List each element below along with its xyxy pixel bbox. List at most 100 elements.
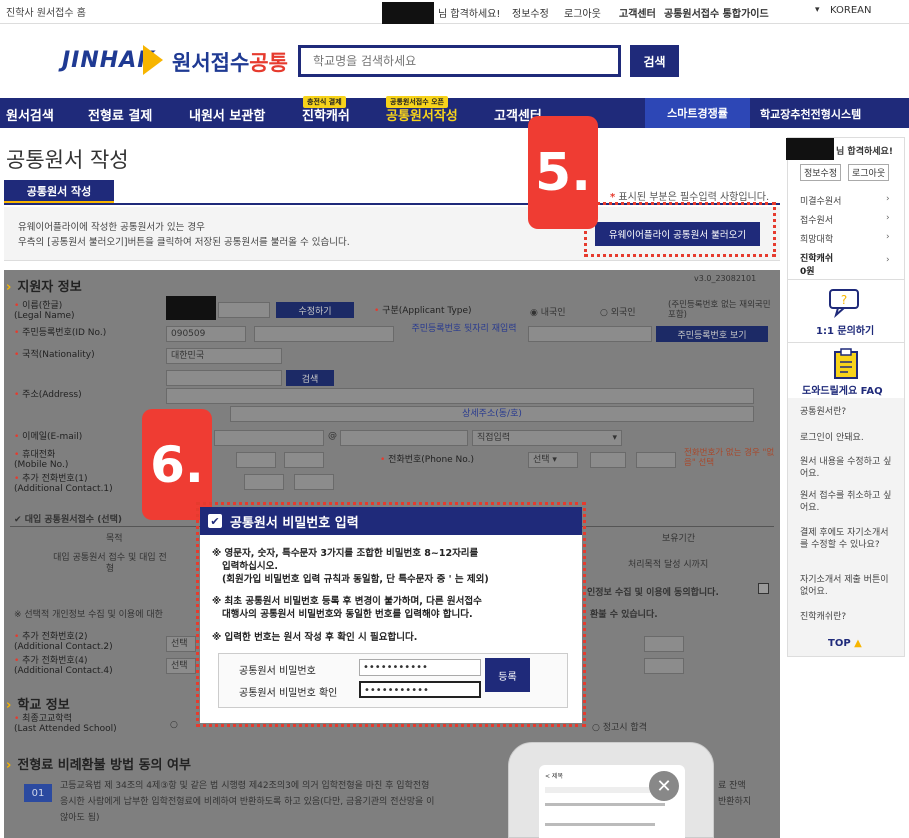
search-input[interactable] xyxy=(301,48,618,74)
register-button[interactable]: 등록 xyxy=(485,658,530,692)
agree-checkbox[interactable] xyxy=(758,583,769,594)
modal-note-2a: ※ 최초 공통원서 비밀번호 등록 후 변경이 불가하며, 다른 원서접수 xyxy=(212,596,482,607)
email-id-field[interactable] xyxy=(214,430,324,446)
phone-text-line xyxy=(545,823,655,826)
language-select[interactable]: KOREAN xyxy=(830,5,871,16)
address-detail-field[interactable]: 상세주소(동/호) xyxy=(230,406,754,422)
email-domain-select[interactable]: 직접입력 ▾ xyxy=(472,430,622,446)
mobile-last-field[interactable] xyxy=(284,452,324,468)
logo-title[interactable]: 원서접수공통 xyxy=(172,47,288,77)
close-icon[interactable]: ✕ xyxy=(649,771,679,801)
chevron-down-icon[interactable]: ▾ xyxy=(815,5,820,15)
td-purpose: 대입 공통원서 접수 및 대입 전형 xyxy=(53,553,167,574)
rrn-back-field[interactable] xyxy=(254,326,394,342)
nav-item-search[interactable]: 원서검색 xyxy=(6,105,54,124)
th-period: 보유기간 xyxy=(662,534,696,544)
nav-item-payment[interactable]: 전형료 결제 xyxy=(88,105,152,124)
extra4-last-field[interactable] xyxy=(644,658,684,674)
password-confirm-label: 공통원서 비밀번호 확인 xyxy=(239,688,338,699)
nav-item-storage[interactable]: 내원서 보관함 xyxy=(189,105,265,124)
right-sidebar: 님 합격하세요! 정보수정 로그아웃 미결수원서 › 접수원서 › 희망대학 › 진학… xyxy=(786,137,905,657)
radio-domestic[interactable]: ◉ 내국인 xyxy=(530,305,566,318)
phone-mid-field[interactable] xyxy=(590,452,626,468)
td-period: 처리목적 달성 시까지 xyxy=(628,560,709,570)
radio-foreign[interactable]: ○ 외국인 xyxy=(600,305,636,318)
sidebar-cash-label: 진학캐쉬 xyxy=(800,254,834,264)
radio-highschool[interactable]: ○ xyxy=(170,720,178,730)
extra1-mid-field[interactable] xyxy=(244,474,284,490)
mobile-mid-field[interactable] xyxy=(236,452,276,468)
edit-name-button[interactable]: 수정하기 xyxy=(276,302,354,318)
faq-item[interactable]: 진학캐쉬란? xyxy=(800,611,895,623)
search-button[interactable]: 검색 xyxy=(630,45,679,77)
agree-text: 인정보 수집 및 이용에 동의합니다. xyxy=(587,588,719,598)
clipboard-icon xyxy=(834,348,858,379)
faq-item[interactable]: 로그인이 안돼요. xyxy=(800,432,895,444)
faq-item[interactable]: 원서 내용을 수정하고 싶어요. xyxy=(800,456,895,480)
zipcode-field[interactable] xyxy=(166,370,282,386)
sidebar-item-wish[interactable]: 희망대학 xyxy=(800,232,833,245)
customer-center-link[interactable]: 고객센터 xyxy=(619,5,656,20)
sidebar-logout-button[interactable]: 로그아웃 xyxy=(848,164,890,181)
faq-item[interactable]: 결제 후에도 자기소개서를 수정할 수 있나요? xyxy=(800,527,895,551)
sidebar-greeting: 님 합격하세요! xyxy=(836,147,893,157)
mobile-label-text: 휴대전화 xyxy=(22,450,56,460)
password-input[interactable]: ••••••••••• xyxy=(359,659,481,676)
modal-note-2: ※ 최초 공통원서 비밀번호 등록 후 변경이 불가하며, 다른 원서접수 대행… xyxy=(212,595,482,621)
sidebar-edit-button[interactable]: 정보수정 xyxy=(800,164,842,181)
faq-item[interactable]: 원서 접수를 취소하고 싶어요. xyxy=(800,490,895,514)
info-line-1: 유웨이어플라이에 작성한 공통원서가 있는 경우 xyxy=(18,222,205,233)
radio-ged[interactable]: ○ 정고시 합격 xyxy=(592,720,647,733)
svg-text:?: ? xyxy=(841,293,847,307)
faq-item[interactable]: 공통원서란? xyxy=(800,406,895,418)
guide-link[interactable]: 공통원서접수 통합가이드 xyxy=(664,5,769,20)
name-field[interactable] xyxy=(218,302,270,318)
qa-link[interactable]: 1:1 문의하기 xyxy=(816,322,874,337)
modal-note-1c: (회원가입 비밀번호 입력 규칙과 동일함, 단 특수문자 중 ' 는 제외) xyxy=(221,574,489,585)
top-button[interactable]: TOP ▲ xyxy=(828,638,862,649)
faq-item[interactable]: 자기소개서 제출 버튼이 없어요. xyxy=(800,574,895,598)
rrn-reenter-field[interactable] xyxy=(528,326,652,342)
search-box xyxy=(298,45,621,77)
refund-line-3: 않아도 됨) xyxy=(60,813,100,823)
modal-title: 공통원서 비밀번호 입력 xyxy=(230,515,359,531)
address-label: 주소(Address) xyxy=(14,390,81,400)
tab-common-form[interactable]: 공통원서 작성 xyxy=(4,180,114,204)
sidebar-item-submitted[interactable]: 접수원서 xyxy=(800,213,833,226)
extra4-select[interactable]: 선택 xyxy=(166,658,196,674)
address-search-button[interactable]: 검색 xyxy=(286,370,334,386)
extra2-label-sub: (Additional Contact.2) xyxy=(14,642,113,652)
school-recommend-link[interactable]: 학교장추천전형시스템 xyxy=(760,106,861,122)
phone-note: 전화번호가 없는 경우 "없음" 선택 xyxy=(684,448,775,468)
modal-note-3: ※ 입력한 번호는 원서 작성 후 확인 시 필요합니다. xyxy=(212,632,418,643)
phone-last-field[interactable] xyxy=(636,452,676,468)
extra2-last-field[interactable] xyxy=(644,636,684,652)
phone-area-select[interactable]: 선택 ▾ xyxy=(528,452,578,468)
extra1-last-field[interactable] xyxy=(294,474,334,490)
home-link[interactable]: 진학사 원서접수 홈 xyxy=(6,4,86,19)
modal-note-1a: ※ 영문자, 숫자, 특수문자 3가지를 조합한 비밀번호 8~12자리를 xyxy=(212,548,479,559)
extra2-select[interactable]: 선택 xyxy=(166,636,196,652)
sidebar-item-pending[interactable]: 미결수원서 xyxy=(800,194,841,207)
phone-preview: < 제목 ✕ xyxy=(508,742,714,838)
logo-brand[interactable]: JINHAK xyxy=(62,48,155,73)
greeting-text: 님 합격하세요! xyxy=(438,9,501,20)
sidebar-item-cash[interactable]: 진학캐쉬 0원 xyxy=(800,251,833,277)
smart-competition-button[interactable]: 스마트경쟁률 xyxy=(645,98,750,128)
edit-info-link[interactable]: 정보수정 xyxy=(512,5,549,20)
address-field[interactable] xyxy=(166,388,754,404)
load-common-form-button[interactable]: 유웨이어플라이 공통원서 불러오기 xyxy=(595,222,760,246)
email-domain-field[interactable] xyxy=(340,430,468,446)
rrn-front-field[interactable]: 090509 xyxy=(166,326,246,342)
chevron-right-icon: › xyxy=(886,255,890,265)
masked-username xyxy=(382,2,434,24)
nav-item-cash[interactable]: 충전식 결제 진학캐쉬 xyxy=(302,96,350,124)
nav-item-common[interactable]: 공통원서접수 오픈 공통원서작성 xyxy=(386,96,458,124)
logout-link[interactable]: 로그아웃 xyxy=(564,5,601,20)
nation-field[interactable]: 대한민국 xyxy=(166,348,282,364)
password-confirm-input[interactable]: ••••••••••• xyxy=(359,681,481,698)
password-form: 공통원서 비밀번호 ••••••••••• 공통원서 비밀번호 확인 •••••… xyxy=(218,653,568,708)
show-rrn-button[interactable]: 주민등록번호 보기 xyxy=(656,326,768,342)
extra1-label-text: 추가 전화번호(1) xyxy=(22,474,88,484)
nav-item-cash-label: 진학캐쉬 xyxy=(302,109,350,124)
